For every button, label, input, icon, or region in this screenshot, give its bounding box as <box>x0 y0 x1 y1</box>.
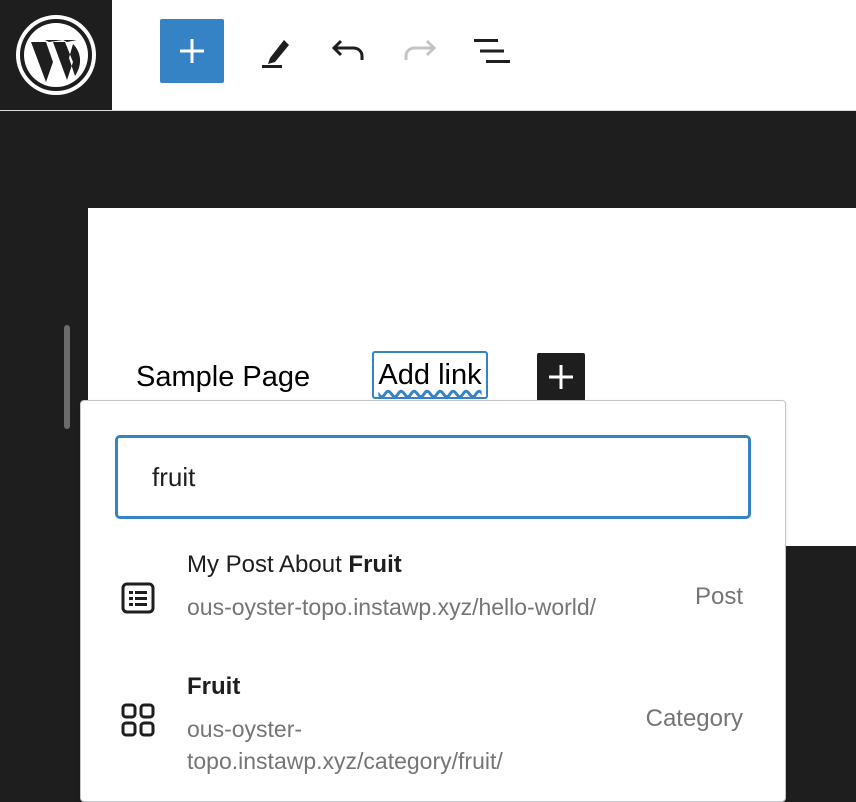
result-title-match: Fruit <box>187 673 241 700</box>
add-link-label: Add link <box>378 358 482 391</box>
link-search-input[interactable] <box>115 435 751 519</box>
result-type: Category <box>645 705 743 732</box>
category-grid-icon <box>121 703 155 737</box>
result-url: ous-oyster-topo.instawp.xyz/hello-world/ <box>187 594 597 620</box>
tools-button[interactable] <box>244 19 308 83</box>
search-result-item[interactable]: My Post About Fruit ous-oyster-topo.inst… <box>81 541 785 651</box>
document-overview-button[interactable] <box>460 19 524 83</box>
plus-icon <box>549 365 573 389</box>
link-control-popover: My Post About Fruit ous-oyster-topo.inst… <box>80 400 786 802</box>
redo-button[interactable] <box>388 19 452 83</box>
canvas-scrollbar[interactable] <box>64 325 70 429</box>
nav-item-sample-page[interactable]: Sample Page <box>136 363 310 392</box>
add-navigation-block-button[interactable] <box>537 353 585 401</box>
post-list-icon <box>121 582 155 614</box>
search-result-item[interactable]: Fruit ous-oyster-topo.instawp.xyz/catego… <box>81 663 785 774</box>
undo-icon <box>331 39 364 60</box>
add-block-button[interactable] <box>160 19 224 83</box>
result-type: Post <box>694 583 743 610</box>
list-view-icon <box>474 39 510 63</box>
wordpress-logo-button[interactable] <box>0 0 112 110</box>
result-title: Fruit <box>187 673 240 701</box>
result-title-match: Fruit <box>348 551 402 578</box>
plus-icon <box>180 39 204 63</box>
undo-button[interactable] <box>316 19 380 83</box>
result-title: My Post About Fruit <box>187 551 402 579</box>
result-title-prefix: My Post About <box>187 551 349 578</box>
nav-item-add-link[interactable]: Add link <box>372 351 488 399</box>
wordpress-logo-icon <box>16 15 96 95</box>
editor-header <box>0 0 856 111</box>
pencil-icon <box>262 40 289 68</box>
result-url: ous-oyster-topo.instawp.xyz/category/fru… <box>187 716 503 774</box>
redo-icon <box>404 39 437 60</box>
